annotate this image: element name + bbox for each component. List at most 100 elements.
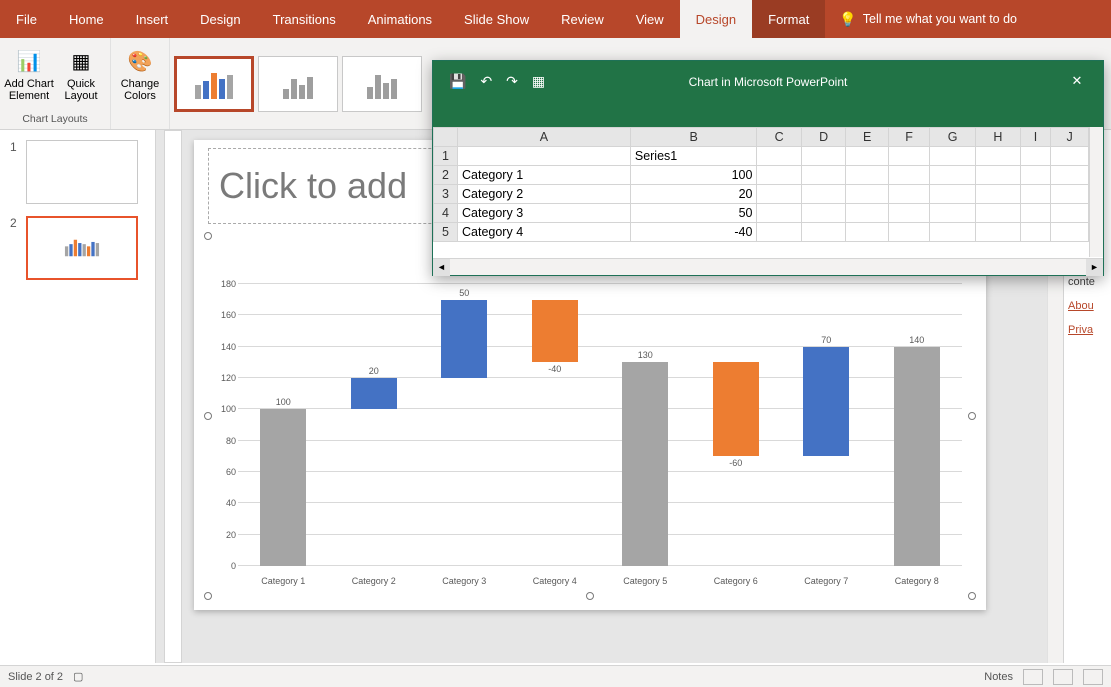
cell-A2[interactable]: Category 1 <box>458 166 631 185</box>
ribbon-tab-review[interactable]: Review <box>545 0 620 38</box>
cell-D1[interactable] <box>801 147 845 166</box>
cell-F4[interactable] <box>889 204 930 223</box>
cell-J2[interactable] <box>1051 166 1089 185</box>
cell-B3[interactable]: 20 <box>630 185 757 204</box>
bar-category-1[interactable] <box>260 409 306 566</box>
chart-style-2[interactable] <box>258 56 338 112</box>
cell-J5[interactable] <box>1051 223 1089 242</box>
scroll-left-icon[interactable]: ◄ <box>433 259 450 276</box>
spell-check-icon[interactable]: ▢ <box>73 670 83 683</box>
chart-object[interactable]: Chart Title Increase Decrease Total 0204… <box>208 236 972 596</box>
cell-H4[interactable] <box>976 204 1020 223</box>
cell-G3[interactable] <box>930 185 976 204</box>
select-all-cell[interactable] <box>434 128 458 147</box>
cell-F3[interactable] <box>889 185 930 204</box>
cell-C1[interactable] <box>757 147 801 166</box>
cell-H2[interactable] <box>976 166 1020 185</box>
col-header-A[interactable]: A <box>458 128 631 147</box>
cell-D5[interactable] <box>801 223 845 242</box>
bar-category-3[interactable] <box>441 300 487 378</box>
cell-G1[interactable] <box>930 147 976 166</box>
bar-category-4[interactable] <box>532 300 578 363</box>
cell-C3[interactable] <box>757 185 801 204</box>
slide-thumb-1[interactable] <box>26 140 138 204</box>
privacy-link[interactable]: Priva <box>1068 324 1107 336</box>
col-header-E[interactable]: E <box>846 128 889 147</box>
col-header-B[interactable]: B <box>630 128 757 147</box>
cell-F2[interactable] <box>889 166 930 185</box>
notes-button[interactable]: Notes <box>984 671 1013 683</box>
col-header-D[interactable]: D <box>801 128 845 147</box>
cell-J1[interactable] <box>1051 147 1089 166</box>
cell-I1[interactable] <box>1020 147 1051 166</box>
cell-H1[interactable] <box>976 147 1020 166</box>
add-chart-element-button[interactable]: 📊 Add Chart Element <box>4 40 54 110</box>
cell-E4[interactable] <box>846 204 889 223</box>
chart-style-1[interactable] <box>174 56 254 112</box>
undo-icon[interactable]: ↶ <box>480 73 492 90</box>
cell-A5[interactable]: Category 4 <box>458 223 631 242</box>
close-button[interactable]: ✕ <box>1059 69 1095 93</box>
col-header-I[interactable]: I <box>1020 128 1051 147</box>
cell-D4[interactable] <box>801 204 845 223</box>
cell-G4[interactable] <box>930 204 976 223</box>
selection-handle[interactable] <box>968 592 976 600</box>
bar-category-7[interactable] <box>803 347 849 457</box>
cell-F1[interactable] <box>889 147 930 166</box>
slide-thumbnail-pane[interactable]: 1 2 <box>0 130 156 663</box>
col-header-H[interactable]: H <box>976 128 1020 147</box>
cell-A3[interactable]: Category 2 <box>458 185 631 204</box>
sheet-vertical-scrollbar[interactable] <box>1089 127 1103 257</box>
cell-F5[interactable] <box>889 223 930 242</box>
row-header-5[interactable]: 5 <box>434 223 458 242</box>
row-header-3[interactable]: 3 <box>434 185 458 204</box>
cell-G5[interactable] <box>930 223 976 242</box>
ribbon-tab-design[interactable]: Design <box>680 0 752 38</box>
bar-category-2[interactable] <box>351 378 397 409</box>
selection-handle[interactable] <box>586 592 594 600</box>
ribbon-tab-view[interactable]: View <box>620 0 680 38</box>
scroll-right-icon[interactable]: ► <box>1086 259 1103 276</box>
cell-I2[interactable] <box>1020 166 1051 185</box>
cell-D3[interactable] <box>801 185 845 204</box>
chart-styles-gallery[interactable] <box>170 38 426 129</box>
normal-view-button[interactable] <box>1023 669 1043 685</box>
selection-handle[interactable] <box>204 592 212 600</box>
ribbon-tab-design[interactable]: Design <box>184 0 256 38</box>
ribbon-tab-slide-show[interactable]: Slide Show <box>448 0 545 38</box>
cell-E5[interactable] <box>846 223 889 242</box>
row-header-1[interactable]: 1 <box>434 147 458 166</box>
cell-B4[interactable]: 50 <box>630 204 757 223</box>
cell-J3[interactable] <box>1051 185 1089 204</box>
cell-A4[interactable]: Category 3 <box>458 204 631 223</box>
ribbon-tab-home[interactable]: Home <box>53 0 120 38</box>
ribbon-tab-file[interactable]: File <box>0 0 53 38</box>
sorter-view-button[interactable] <box>1053 669 1073 685</box>
cell-E1[interactable] <box>846 147 889 166</box>
save-icon[interactable]: 💾 <box>449 73 466 90</box>
slide-thumb-2[interactable] <box>26 216 138 280</box>
col-header-F[interactable]: F <box>889 128 930 147</box>
chart-style-3[interactable] <box>342 56 422 112</box>
cell-I3[interactable] <box>1020 185 1051 204</box>
selection-handle[interactable] <box>968 412 976 420</box>
ribbon-tab-transitions[interactable]: Transitions <box>257 0 352 38</box>
col-header-J[interactable]: J <box>1051 128 1089 147</box>
ribbon-tab-insert[interactable]: Insert <box>120 0 185 38</box>
chart-plot-area[interactable]: 020406080100120140160180 1002050-40130-6… <box>238 284 962 566</box>
reading-view-button[interactable] <box>1083 669 1103 685</box>
ribbon-tab-animations[interactable]: Animations <box>352 0 448 38</box>
change-colors-button[interactable]: 🎨 Change Colors <box>115 40 165 110</box>
quick-layout-button[interactable]: ▦ Quick Layout <box>56 40 106 110</box>
ribbon-tab-format[interactable]: Format <box>752 0 825 38</box>
cell-B2[interactable]: 100 <box>630 166 757 185</box>
bar-category-8[interactable] <box>894 347 940 566</box>
about-link[interactable]: Abou <box>1068 300 1107 312</box>
cell-H3[interactable] <box>976 185 1020 204</box>
cell-B5[interactable]: -40 <box>630 223 757 242</box>
cell-G2[interactable] <box>930 166 976 185</box>
cell-B1[interactable]: Series1 <box>630 147 757 166</box>
cell-C4[interactable] <box>757 204 801 223</box>
row-header-2[interactable]: 2 <box>434 166 458 185</box>
excel-titlebar[interactable]: 💾 ↶ ↷ ▦ Chart in Microsoft PowerPoint ✕ <box>433 61 1103 127</box>
